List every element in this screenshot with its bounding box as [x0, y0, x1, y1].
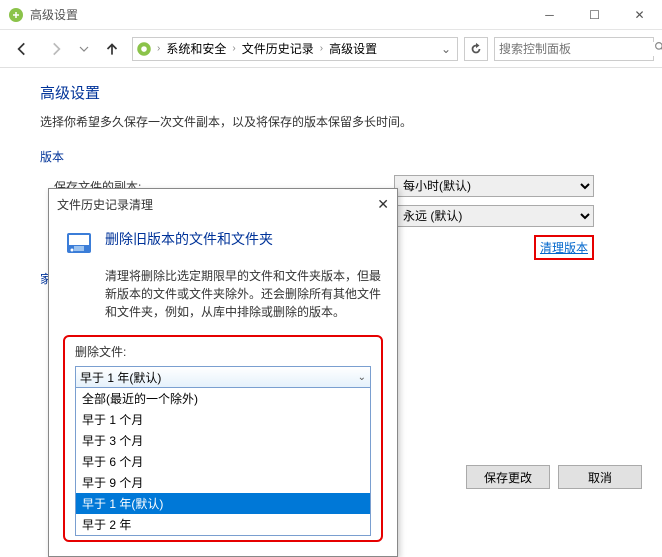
search-box[interactable] — [494, 37, 654, 61]
combo-selected[interactable]: 早于 1 年(默认) ⌄ — [75, 366, 371, 388]
combo-option[interactable]: 早于 9 个月 — [76, 472, 370, 493]
combo-option[interactable]: 早于 3 个月 — [76, 430, 370, 451]
recent-dropdown-button[interactable] — [76, 35, 92, 63]
chevron-down-icon[interactable]: ⌄ — [358, 372, 366, 383]
delete-files-highlight: 删除文件: 早于 1 年(默认) ⌄ 全部(最近的一个除外) 早于 1 个月 早… — [63, 335, 383, 542]
save-changes-button[interactable]: 保存更改 — [466, 465, 550, 489]
titlebar: 高级设置 ─ ☐ ✕ — [0, 0, 662, 30]
navbar: › 系统和安全 › 文件历史记录 › 高级设置 ⌄ — [0, 30, 662, 68]
combo-dropdown-list: 全部(最近的一个除外) 早于 1 个月 早于 3 个月 早于 6 个月 早于 9… — [75, 388, 371, 536]
breadcrumb-dropdown-icon[interactable]: ⌄ — [437, 42, 455, 56]
breadcrumb-icon — [135, 40, 153, 58]
close-button[interactable]: ✕ — [617, 0, 662, 30]
combo-option[interactable]: 早于 6 个月 — [76, 451, 370, 472]
combo-option-selected[interactable]: 早于 1 年(默认) — [76, 493, 370, 514]
window-title: 高级设置 — [30, 6, 527, 23]
search-icon[interactable] — [654, 41, 662, 57]
select-save-copies[interactable]: 每小时(默认) — [394, 175, 594, 197]
maximize-button[interactable]: ☐ — [572, 0, 617, 30]
delete-files-combo[interactable]: 早于 1 年(默认) ⌄ 全部(最近的一个除外) 早于 1 个月 早于 3 个月… — [75, 366, 371, 536]
chevron-right-icon[interactable]: › — [316, 43, 327, 54]
dialog-body: 删除旧版本的文件和文件夹 清理将删除比选定期限早的文件和文件夹版本，但最新版本的… — [49, 219, 397, 556]
dialog-title: 文件历史记录清理 — [57, 196, 377, 213]
page-heading: 高级设置 — [40, 82, 622, 103]
section-versions-label: 版本 — [40, 148, 622, 165]
cleanup-icon — [63, 227, 95, 259]
combo-option[interactable]: 早于 2 年 — [76, 514, 370, 535]
dialog-close-button[interactable]: ✕ — [377, 196, 389, 213]
combo-option[interactable]: 全部(最近的一个除外) — [76, 388, 370, 409]
minimize-button[interactable]: ─ — [527, 0, 572, 30]
breadcrumb[interactable]: › 系统和安全 › 文件历史记录 › 高级设置 ⌄ — [132, 37, 458, 61]
up-button[interactable] — [98, 35, 126, 63]
breadcrumb-item-2[interactable]: 文件历史记录 — [240, 40, 316, 57]
back-button[interactable] — [8, 35, 36, 63]
breadcrumb-item-1[interactable]: 系统和安全 — [164, 40, 228, 57]
dialog-titlebar: 文件历史记录清理 ✕ — [49, 189, 397, 219]
combo-selected-text: 早于 1 年(默认) — [80, 369, 161, 386]
cleanup-dialog: 文件历史记录清理 ✕ 删除旧版本的文件和文件夹 清理将删除比选定期限早的文件和文… — [48, 188, 398, 557]
breadcrumb-item-3[interactable]: 高级设置 — [327, 40, 379, 57]
app-icon — [8, 7, 24, 23]
search-input[interactable] — [499, 42, 654, 56]
delete-files-label: 删除文件: — [75, 343, 371, 360]
combo-option[interactable]: 早于 1 个月 — [76, 409, 370, 430]
cleanup-link-highlight: 清理版本 — [534, 235, 594, 260]
page-subtext: 选择你希望多久保存一次文件副本，以及将保存的版本保留多长时间。 — [40, 113, 622, 130]
forward-button[interactable] — [42, 35, 70, 63]
cleanup-versions-link[interactable]: 清理版本 — [540, 241, 588, 255]
dialog-heading: 删除旧版本的文件和文件夹 — [105, 229, 273, 259]
window-buttons: ─ ☐ ✕ — [527, 0, 662, 30]
refresh-button[interactable] — [464, 37, 488, 61]
chevron-right-icon[interactable]: › — [153, 43, 164, 54]
select-keep-versions[interactable]: 永远 (默认) — [394, 205, 594, 227]
chevron-right-icon[interactable]: › — [228, 43, 239, 54]
dialog-description: 清理将删除比选定期限早的文件和文件夹版本，但最新版本的文件或文件夹除外。还会删除… — [105, 267, 383, 321]
cancel-button[interactable]: 取消 — [558, 465, 642, 489]
footer-buttons: 保存更改 取消 — [466, 465, 642, 489]
